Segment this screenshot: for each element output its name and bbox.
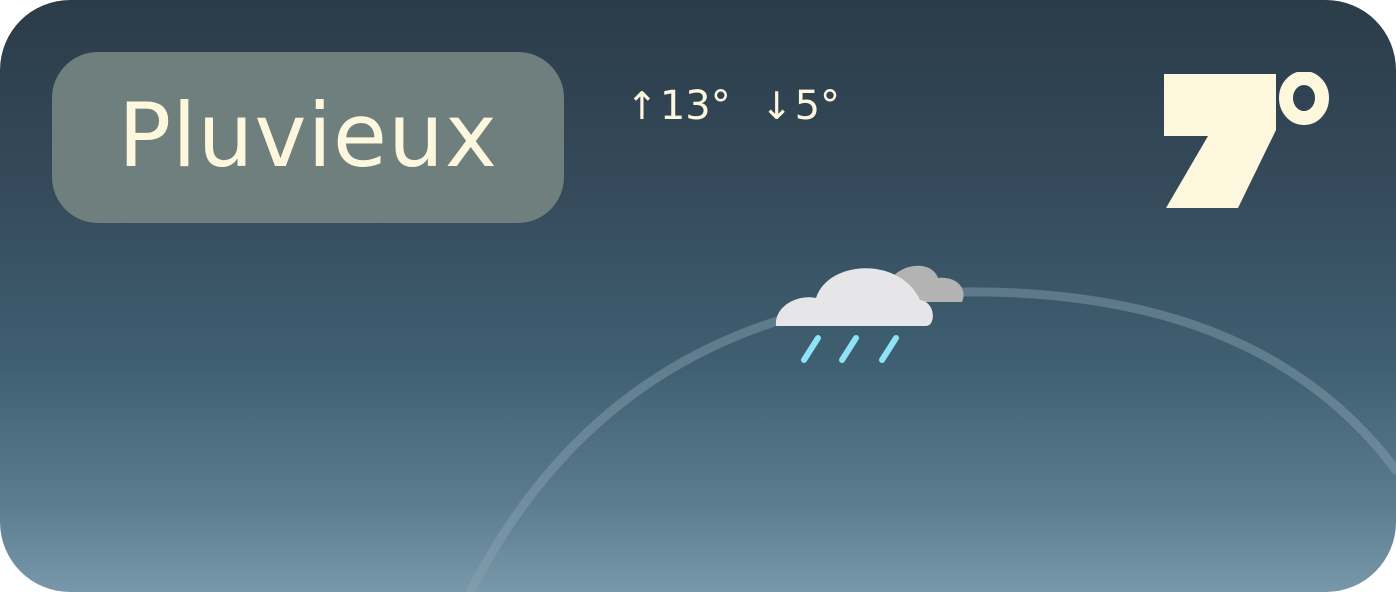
high-temp: 13° (659, 83, 731, 129)
current-temp: 7° (1160, 71, 1330, 212)
high-low-temps: ↑ 13° ↓ 5° (626, 84, 840, 128)
weather-widget[interactable]: Pluvieux ↑ 13° ↓ 5° 7° (0, 0, 1396, 592)
condition-pill: Pluvieux (52, 52, 564, 223)
condition-label: Pluvieux (118, 83, 498, 187)
cloud-rain-icon (775, 265, 964, 363)
low-temp: 5° (794, 83, 841, 129)
arrow-up-icon: ↑ (626, 84, 658, 128)
arrow-down-icon: ↓ (760, 84, 793, 128)
current-temp-glyph (1164, 71, 1329, 208)
